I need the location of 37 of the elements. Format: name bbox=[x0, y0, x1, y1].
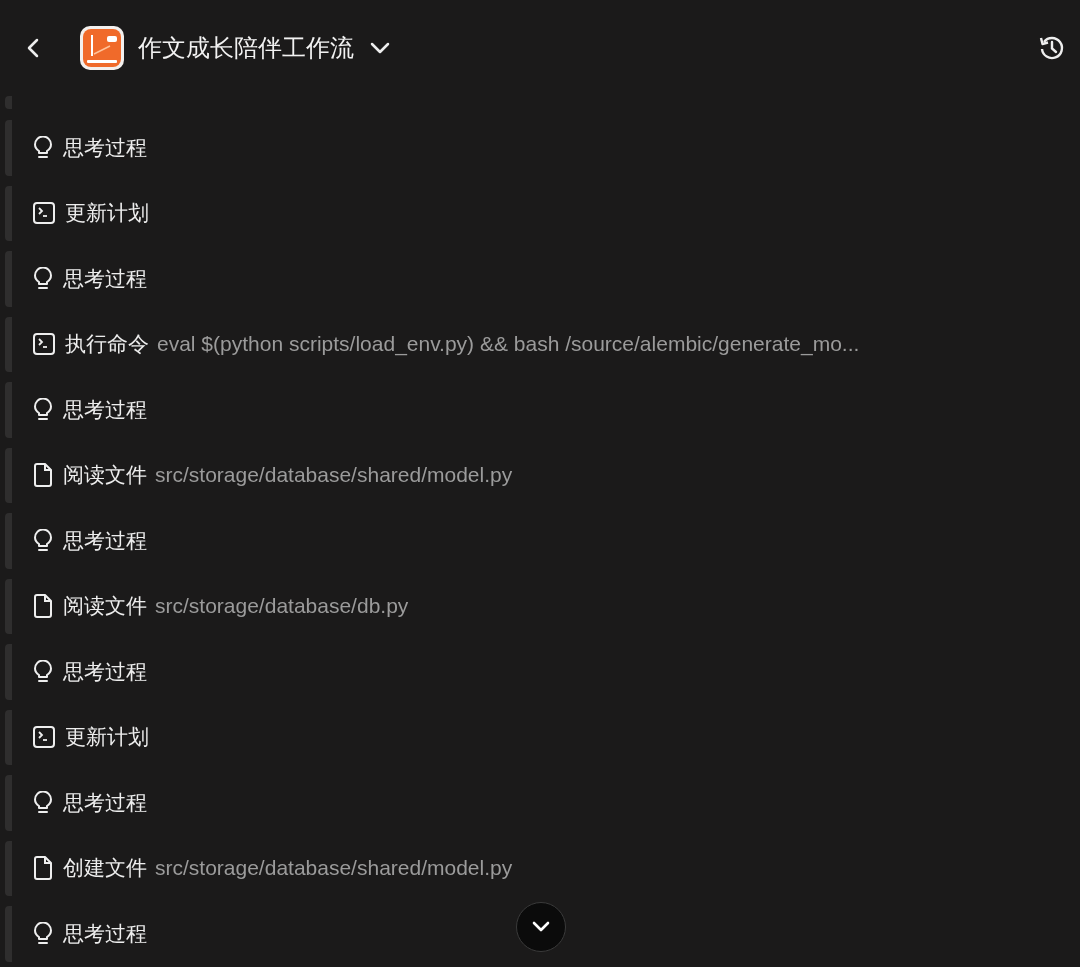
terminal-icon bbox=[33, 726, 55, 749]
scroll-down-button[interactable] bbox=[516, 902, 566, 952]
step-label[interactable]: 思考过程 bbox=[63, 919, 147, 948]
step-label[interactable]: 更新计划 bbox=[65, 723, 149, 752]
step-label[interactable]: 思考过程 bbox=[63, 657, 147, 686]
step-label[interactable]: 思考过程 bbox=[63, 526, 147, 555]
step-label[interactable]: 执行命令 bbox=[65, 330, 149, 359]
step-label[interactable]: 阅读文件 bbox=[63, 461, 147, 490]
step-label[interactable]: 思考过程 bbox=[63, 395, 147, 424]
step-label[interactable]: 阅读文件 bbox=[63, 592, 147, 621]
terminal-icon bbox=[33, 333, 55, 356]
step-label[interactable]: 更新计划 bbox=[65, 199, 149, 228]
document-icon bbox=[33, 594, 53, 619]
lightbulb-icon bbox=[33, 790, 53, 815]
back-icon bbox=[26, 37, 40, 59]
document-icon bbox=[33, 856, 53, 881]
app-icon bbox=[80, 26, 124, 70]
step-detail: src/storage/database/shared/model.py bbox=[155, 463, 513, 488]
step-detail: src/storage/database/db.py bbox=[155, 594, 409, 619]
history-icon bbox=[1038, 34, 1066, 62]
step-label[interactable]: 思考过程 bbox=[63, 133, 147, 162]
chevron-down-icon bbox=[531, 921, 551, 933]
lightbulb-icon bbox=[33, 135, 53, 160]
step-label[interactable]: 思考过程 bbox=[63, 264, 147, 293]
step-label[interactable]: 思考过程 bbox=[63, 788, 147, 817]
document-icon bbox=[33, 463, 53, 488]
lightbulb-icon bbox=[33, 921, 53, 946]
lightbulb-icon bbox=[33, 659, 53, 684]
workflow-title: 作文成长陪伴工作流 bbox=[138, 33, 354, 64]
lightbulb-icon bbox=[33, 266, 53, 291]
step-label[interactable]: 创建文件 bbox=[63, 854, 147, 883]
step-detail: src/storage/database/shared/model.py bbox=[155, 856, 513, 881]
chevron-down-icon bbox=[370, 42, 390, 54]
terminal-icon bbox=[33, 202, 55, 225]
lightbulb-icon bbox=[33, 397, 53, 422]
step-detail: eval $(python scripts/load_env.py) && bash /source/alembic/generate_mo... bbox=[157, 332, 860, 357]
lightbulb-icon bbox=[33, 528, 53, 553]
